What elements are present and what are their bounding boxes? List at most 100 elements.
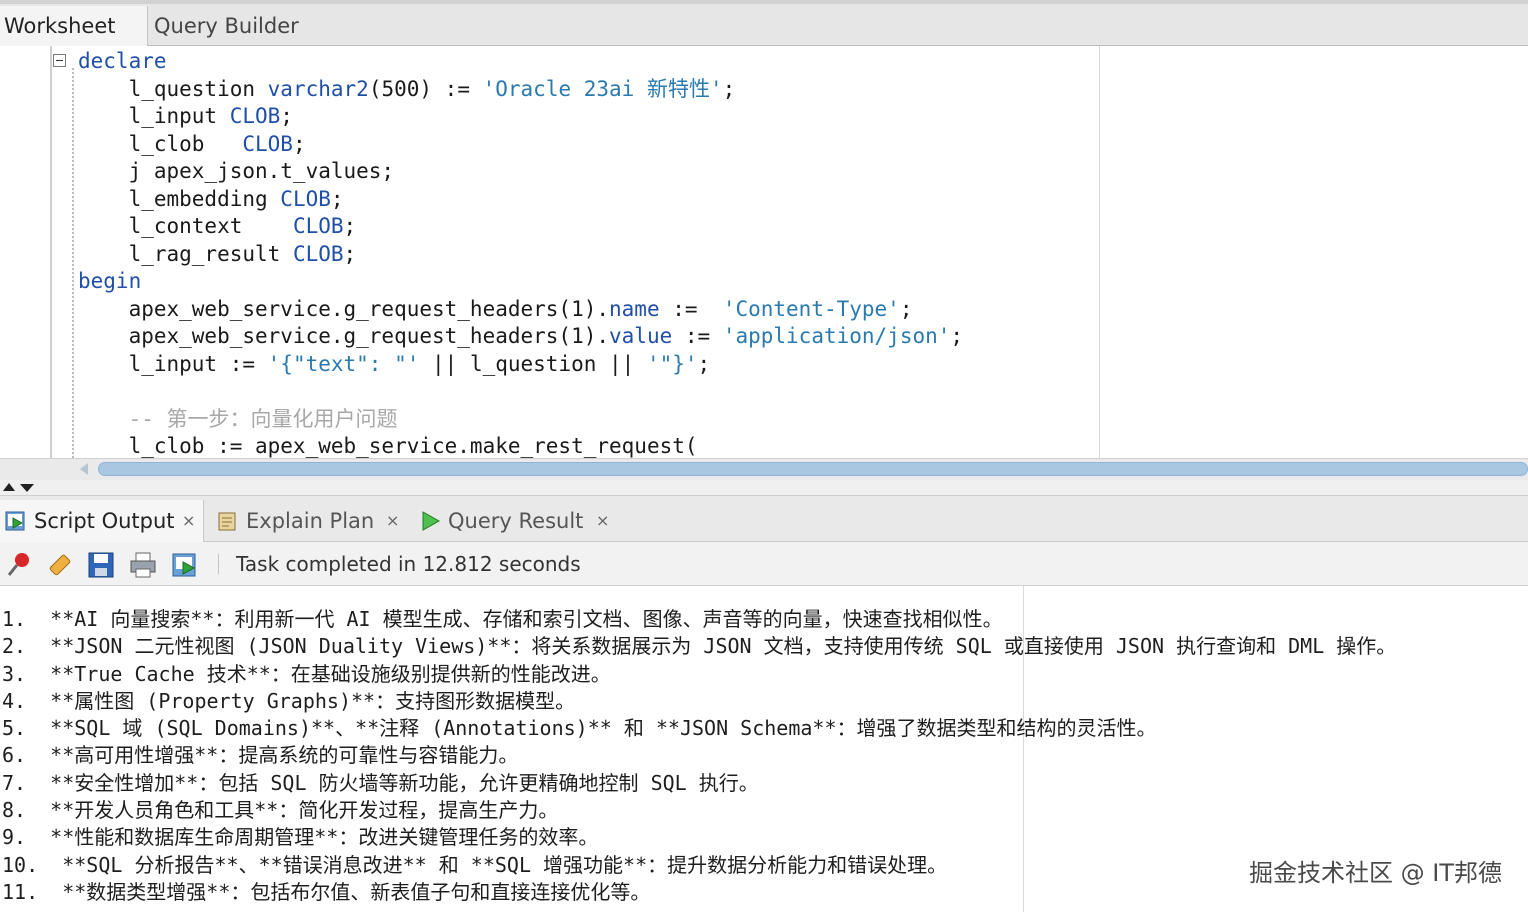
export-icon[interactable]: [170, 550, 200, 580]
code-keyword: CLOB: [229, 104, 281, 128]
code-token: ;: [343, 241, 357, 266]
pane-splitter[interactable]: [0, 480, 1528, 496]
code-line[interactable]: l_question varchar2(500) := 'Oracle 23ai…: [78, 76, 963, 104]
code-string: 'Content-Type': [722, 296, 900, 321]
tab-explain-plan[interactable]: Explain Plan ×: [212, 500, 408, 542]
output-list-item: 6. **高可用性增强**：提高系统的可靠性与容错能力。: [2, 743, 519, 768]
script-output-icon: [5, 511, 25, 531]
code-token: (500) :=: [368, 76, 483, 101]
task-status-text: Task completed in 12.812 seconds: [236, 552, 581, 576]
scrollbar-thumb[interactable]: [98, 462, 1528, 476]
code-line[interactable]: -- 第一步：向量化用户问题: [78, 406, 963, 434]
output-list-item: 7. **安全性增加**：包括 SQL 防火墙等新功能，允许更精确地控制 SQL…: [2, 770, 759, 795]
code-keyword: name: [609, 296, 660, 321]
code-line[interactable]: begin: [78, 268, 963, 296]
code-token: l_embedding: [78, 186, 281, 211]
code-keyword: CLOB: [242, 131, 293, 156]
code-token: ;: [950, 324, 964, 348]
code-token: l_rag_result: [78, 241, 293, 266]
output-list-item: 9. **性能和数据库生命周期管理**：改进关键管理任务的效率。: [2, 825, 599, 850]
eraser-icon[interactable]: [44, 550, 74, 580]
code-line[interactable]: j apex_json.t_values;: [78, 158, 963, 186]
code-line[interactable]: l_input := '{"text": "' || l_question ||…: [78, 351, 963, 379]
code-token: ;: [343, 214, 357, 238]
code-keyword: declare: [78, 49, 167, 73]
output-list-item: 4. **属性图 (Property Graphs)**：支持图形数据模型。: [2, 688, 576, 713]
code-line[interactable]: apex_web_service.g_request_headers(1).na…: [78, 296, 963, 324]
fold-guide-line: [72, 68, 74, 458]
code-line[interactable]: [78, 378, 963, 406]
code-token: l_clob: [78, 131, 243, 156]
code-token: ;: [697, 351, 711, 376]
code-token: || l_question ||: [419, 351, 647, 376]
toolbar-separator: [218, 554, 219, 574]
code-string: '{"text": "': [267, 351, 420, 376]
code-token: l_question: [78, 76, 268, 101]
watermark-text: 掘金技术社区 @ IT邦德: [1249, 859, 1502, 887]
code-line[interactable]: l_embedding CLOB;: [78, 186, 963, 214]
close-query-result-icon[interactable]: ×: [596, 500, 609, 542]
code-line[interactable]: l_clob CLOB;: [78, 131, 963, 159]
explain-plan-icon: [218, 512, 236, 531]
code-token: apex_web_service.g_request_headers(1).: [78, 324, 610, 348]
code-editor[interactable]: declare l_question varchar2(500) := 'Ora…: [0, 46, 1528, 458]
code-token: ;: [280, 104, 293, 128]
pin-icon[interactable]: [4, 550, 34, 580]
tab-script-output-label: Script Output: [34, 509, 175, 533]
line-gutter: [0, 46, 52, 458]
close-explain-plan-icon[interactable]: ×: [386, 500, 399, 542]
code-line[interactable]: l_input CLOB;: [78, 103, 963, 131]
code-keyword: varchar2: [267, 76, 369, 101]
query-result-icon: [422, 511, 441, 531]
editor-horizontal-scrollbar[interactable]: [0, 458, 1528, 480]
maximize-up-arrow-icon[interactable]: [3, 483, 15, 491]
code-line[interactable]: l_rag_result CLOB;: [78, 241, 963, 269]
output-list-item: 5. **SQL 域 (SQL Domains)**、**注释 (Annotat…: [2, 716, 1157, 741]
scroll-left-arrow-icon[interactable]: [80, 463, 88, 475]
script-output-panel[interactable]: 1. **AI 向量搜索**：利用新一代 AI 模型生成、存储和索引文档、图像、…: [0, 586, 1528, 912]
output-tab-bar: Script Output × Explain Plan × Query Res…: [0, 496, 1528, 542]
output-list-item: 10. **SQL 分析报告**、**错误消息改进** 和 **SQL 增强功能…: [2, 852, 948, 877]
output-list-item: 3. **True Cache 技术**：在基础设施级别提供新的性能改进。: [2, 661, 611, 686]
code-text[interactable]: declare l_question varchar2(500) := 'Ora…: [78, 48, 963, 458]
code-token: ;: [330, 186, 344, 211]
code-string: 'Oracle 23ai 新特性': [482, 76, 723, 101]
code-token: ;: [899, 296, 913, 321]
code-keyword: CLOB: [292, 214, 344, 238]
code-keyword: CLOB: [280, 186, 331, 211]
code-token: apex_web_service.g_request_headers(1).: [78, 296, 610, 321]
tab-explain-plan-label: Explain Plan: [246, 509, 375, 533]
code-string: 'application/json': [722, 324, 951, 348]
code-token: l_input: [78, 104, 230, 128]
output-list-item: 11. **数据类型增强**：包括布尔值、新表值子句和直接连接优化等。: [2, 879, 651, 904]
code-keyword: CLOB: [292, 241, 344, 266]
code-token: :=: [659, 296, 723, 321]
output-toolbar: Task completed in 12.812 seconds: [0, 542, 1528, 586]
output-list-item: 1. **AI 向量搜索**：利用新一代 AI 模型生成、存储和索引文档、图像、…: [2, 607, 1003, 631]
tab-script-output[interactable]: Script Output ×: [0, 500, 204, 542]
code-line[interactable]: l_context CLOB;: [78, 213, 963, 241]
tab-query-builder[interactable]: Query Builder: [150, 6, 340, 46]
code-token: ;: [722, 76, 736, 101]
code-line[interactable]: apex_web_service.g_request_headers(1).va…: [78, 323, 963, 351]
code-keyword: value: [609, 324, 673, 348]
output-list-item: 2. **JSON 二元性视图 (JSON Duality Views)**：将…: [2, 634, 1397, 659]
code-line[interactable]: declare: [78, 48, 963, 76]
close-script-output-icon[interactable]: ×: [182, 500, 195, 542]
tab-query-result-label: Query Result: [448, 509, 584, 533]
worksheet-tab-bar: Worksheet Query Builder: [0, 0, 1528, 46]
script-output-text: 1. **AI 向量搜索**：利用新一代 AI 模型生成、存储和索引文档、图像、…: [2, 606, 1396, 906]
code-string: '"}': [646, 351, 698, 376]
print-icon[interactable]: [128, 550, 158, 580]
code-keyword: begin: [78, 269, 142, 293]
save-icon[interactable]: [86, 550, 116, 580]
code-line[interactable]: l_clob := apex_web_service.make_rest_req…: [78, 433, 963, 458]
minimize-down-arrow-icon[interactable]: [20, 484, 34, 492]
collapse-block-icon[interactable]: [53, 54, 66, 67]
right-margin-line: [1099, 46, 1100, 458]
tab-query-result[interactable]: Query Result ×: [414, 500, 614, 542]
tab-worksheet[interactable]: Worksheet: [0, 6, 148, 46]
code-token: j apex_json.t_values;: [78, 159, 395, 183]
code-token: l_input :=: [78, 351, 268, 376]
code-token: ;: [292, 131, 306, 156]
